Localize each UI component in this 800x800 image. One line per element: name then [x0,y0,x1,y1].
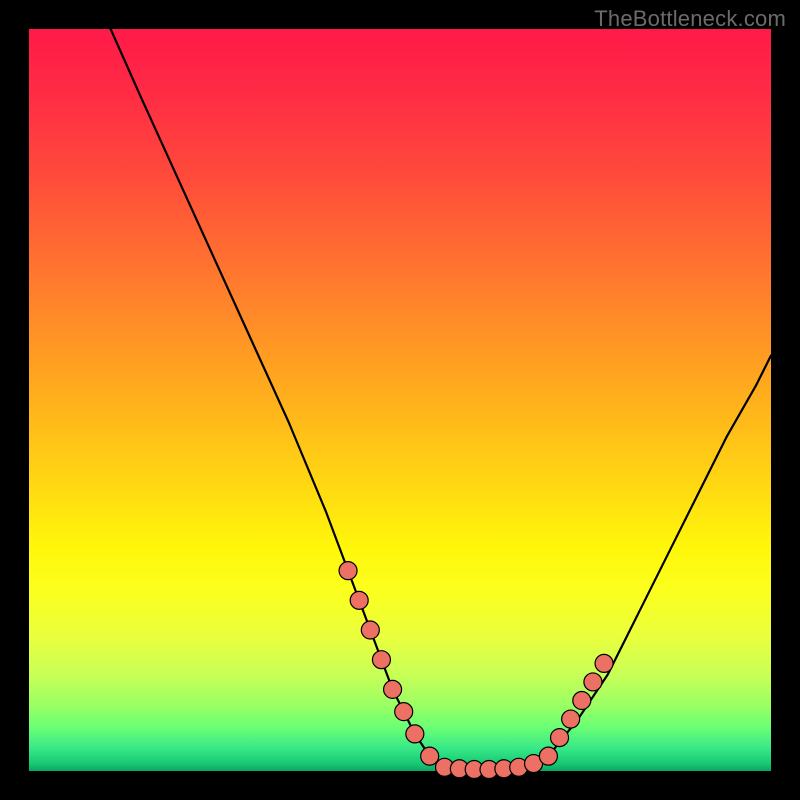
marker-dot [551,729,569,747]
marker-dot [361,621,379,639]
marker-dot [421,747,439,765]
marker-dot [562,710,580,728]
marker-dot [584,673,602,691]
marker-dot [395,703,413,721]
plot-area [29,29,771,771]
curve-layer [29,29,771,771]
bottleneck-curve [111,29,771,771]
watermark-text: TheBottleneck.com [594,6,786,32]
marker-dot [350,591,368,609]
marker-dot [339,562,357,580]
marker-dot [539,747,557,765]
marker-dot [384,680,402,698]
marker-dot [372,651,390,669]
marker-group [339,562,613,779]
chart-stage: TheBottleneck.com [0,0,800,800]
marker-dot [573,692,591,710]
marker-dot [595,654,613,672]
marker-dot [406,725,424,743]
